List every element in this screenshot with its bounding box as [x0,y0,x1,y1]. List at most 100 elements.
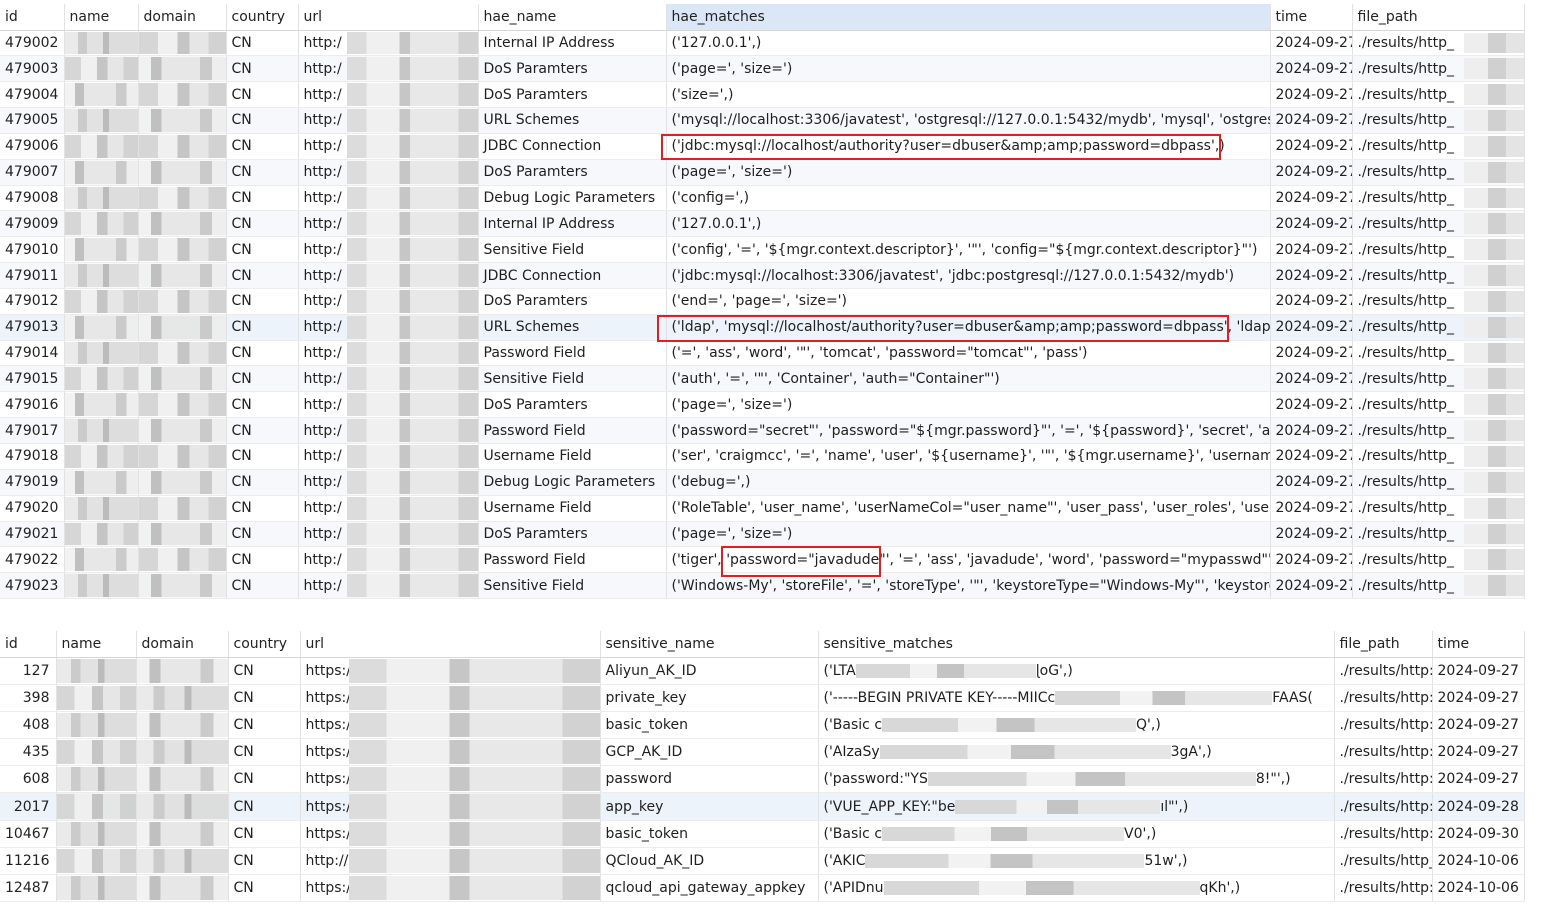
hae-matches-cell[interactable]: ('password="secret"', 'password="${mgr.p… [666,417,1271,444]
hae-matches-cell[interactable]: ('RoleTable', 'user_name', 'userNameCol=… [666,495,1271,522]
hae-name-cell[interactable]: DoS Paramters [478,288,667,315]
name-cell[interactable] [64,288,139,315]
country-cell[interactable]: CN [228,847,301,876]
table-row[interactable]: 408 CN https:/ basic_token ('Basic c Q',) ./re… [0,711,1525,740]
name-cell[interactable] [64,81,139,109]
column-header-hae-name[interactable]: hae_name [478,4,667,31]
url-cell[interactable]: http:/ [298,365,479,393]
url-cell[interactable]: http:/ [298,443,479,470]
file-path-cell[interactable]: ./results/http_ [1352,30,1525,57]
id-cell[interactable]: 11216 [0,847,57,876]
file-path-cell[interactable]: ./results/http: [1334,738,1433,767]
time-cell[interactable]: 2024-09-27 [1270,185,1353,212]
time-cell[interactable]: 2024-09-27 [1270,210,1353,238]
file-path-cell[interactable]: ./results/http_ [1352,107,1525,134]
column-header-file-path[interactable]: file_path [1334,631,1433,658]
time-cell[interactable]: 2024-09-27 [1270,314,1353,341]
name-cell[interactable] [56,684,137,712]
domain-cell[interactable] [136,820,229,848]
time-cell[interactable]: 2024-09-27 [1270,340,1353,367]
id-cell[interactable]: 479005 [0,107,65,134]
table-row[interactable]: 479002 CN http:/ Internal IP Address ('127.0… [0,30,1525,57]
table-row[interactable]: 2017 CN https:/ app_key ('VUE_APP_KEY:"be ıl"… [0,792,1525,821]
hae-matches-cell[interactable]: ('127.0.0.1',) [666,210,1271,238]
url-cell[interactable]: http:// [300,847,601,876]
id-cell[interactable]: 479017 [0,417,65,444]
sensitive-name-cell[interactable]: password [600,765,819,794]
column-header-name[interactable]: name [64,4,139,31]
name-cell[interactable] [64,572,139,600]
time-cell[interactable]: 2024-09-27 [1270,495,1353,522]
id-cell[interactable]: 479004 [0,81,65,109]
id-cell[interactable]: 608 [0,765,57,794]
time-cell[interactable]: 2024-09-27 [1270,107,1353,134]
hae-matches-cell[interactable]: ('auth', '=', '"', 'Container', 'auth="C… [666,365,1271,393]
country-cell[interactable]: CN [226,417,299,444]
domain-cell[interactable] [136,765,229,794]
table-row[interactable]: 479014 CN http:/ Password Field ('=', 'ass',… [0,340,1525,367]
id-cell[interactable]: 479003 [0,55,65,83]
hae-name-cell[interactable]: URL Schemes [478,314,667,341]
hae-matches-cell[interactable]: ('page=', 'size=') [666,159,1271,186]
url-cell[interactable]: https:/ [300,657,601,685]
hae-matches-cell[interactable]: ('size=',) [666,81,1271,109]
table-row[interactable]: 479011 CN http:/ JDBC Connection ('jdbc:mysq… [0,262,1525,289]
domain-cell[interactable] [138,159,227,186]
table-row[interactable]: 12487 CN https:/ qcloud_api_gateway_appkey(… [0,874,1525,903]
sensitive-name-cell[interactable]: QCloud_AK_ID [600,847,819,876]
url-cell[interactable]: https:/ [300,792,601,821]
file-path-cell[interactable]: ./results/http_ [1352,133,1525,160]
file-path-cell[interactable]: ./results/http: [1334,820,1433,848]
sensitive-matches-cell[interactable]: ('LTA ɭoG',) [818,657,1335,685]
time-cell[interactable]: 2024-09-27 [1270,159,1353,186]
name-cell[interactable] [64,236,139,264]
country-cell[interactable]: CN [228,657,301,685]
table-row[interactable]: 479005 CN http:/ URL Schemes ('mysql://local… [0,107,1525,134]
sensitive-matches-cell[interactable]: ('AKIC 51w',) [818,847,1335,876]
time-cell[interactable]: 2024-09-27 [1270,469,1353,496]
hae-name-cell[interactable]: Sensitive Field [478,236,667,264]
url-cell[interactable]: https:/ [300,874,601,903]
sensitive-matches-cell[interactable]: ('VUE_APP_KEY:"be ıl"',) [818,792,1335,821]
sensitive-name-cell[interactable]: basic_token [600,711,819,740]
table-row[interactable]: 479020 CN http:/ Username Field ('RoleTable'… [0,495,1525,522]
domain-cell[interactable] [138,55,227,83]
name-cell[interactable] [56,657,137,685]
time-cell[interactable]: 2024-09-27 [1270,365,1353,393]
name-cell[interactable] [56,738,137,767]
hae-name-cell[interactable]: DoS Paramters [478,81,667,109]
country-cell[interactable]: CN [226,210,299,238]
sensitive-matches-cell[interactable]: ('Basic c Q',) [818,711,1335,740]
time-cell[interactable]: 2024-09-30 [1432,820,1525,848]
domain-cell[interactable] [138,210,227,238]
url-cell[interactable]: https:/ [300,820,601,848]
name-cell[interactable] [64,30,139,57]
sensitive-matches-cell[interactable]: ('APIDnu qKh',) [818,874,1335,903]
name-cell[interactable] [56,792,137,821]
url-cell[interactable]: http:/ [298,314,479,341]
url-cell[interactable]: https:/ [300,684,601,712]
time-cell[interactable]: 2024-09-27 [1270,417,1353,444]
id-cell[interactable]: 479012 [0,288,65,315]
name-cell[interactable] [64,546,139,574]
domain-cell[interactable] [138,30,227,57]
country-cell[interactable]: CN [226,521,299,548]
file-path-cell[interactable]: ./results/http_ [1352,365,1525,393]
domain-cell[interactable] [136,874,229,903]
hae-name-cell[interactable]: URL Schemes [478,107,667,134]
name-cell[interactable] [56,820,137,848]
table-row[interactable]: 479013 CN http:/ URL Schemes ('ldap', 'mysql… [0,314,1525,341]
hae-matches-cell[interactable]: ('127.0.0.1',) [666,30,1271,57]
file-path-cell[interactable]: ./results/http_ [1352,443,1525,470]
domain-cell[interactable] [138,443,227,470]
country-cell[interactable]: CN [226,107,299,134]
time-cell[interactable]: 2024-09-27 [1270,572,1353,600]
url-cell[interactable]: http:/ [298,107,479,134]
country-cell[interactable]: CN [226,340,299,367]
url-cell[interactable]: http:/ [298,391,479,419]
hae-name-cell[interactable]: Password Field [478,417,667,444]
hae-name-cell[interactable]: DoS Paramters [478,391,667,419]
name-cell[interactable] [64,210,139,238]
country-cell[interactable]: CN [226,288,299,315]
country-cell[interactable]: CN [226,443,299,470]
